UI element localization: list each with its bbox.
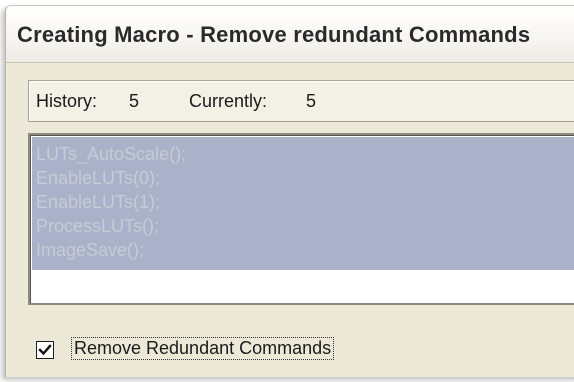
list-item[interactable]: EnableLUTs(1); (32, 190, 574, 214)
list-item[interactable]: ProcessLUTs(); (32, 214, 574, 238)
checkmark-icon (38, 344, 52, 356)
command-history-list[interactable]: LUTs_AutoScale(); EnableLUTs(0); EnableL… (28, 133, 574, 305)
history-count: 5 (129, 91, 140, 111)
remove-redundant-checkbox[interactable] (36, 341, 54, 359)
currently-count: 5 (306, 91, 317, 111)
list-item[interactable]: ImageSave(); (32, 238, 574, 262)
macro-dialog: Creating Macro - Remove redundant Comman… (5, 5, 574, 377)
selected-commands-block: LUTs_AutoScale(); EnableLUTs(0); EnableL… (32, 137, 574, 270)
list-item[interactable]: LUTs_AutoScale(); (32, 142, 574, 166)
currently-label: Currently: (189, 91, 268, 111)
history-label: History: (36, 91, 98, 111)
window-title: Creating Macro - Remove redundant Comman… (17, 22, 531, 47)
history-status-panel: History: 5 Currently: 5 (28, 80, 574, 122)
title-bar[interactable]: Creating Macro - Remove redundant Comman… (6, 6, 574, 63)
remove-redundant-label[interactable]: Remove Redundant Commands (71, 337, 335, 360)
list-item[interactable]: EnableLUTs(0); (32, 166, 574, 190)
